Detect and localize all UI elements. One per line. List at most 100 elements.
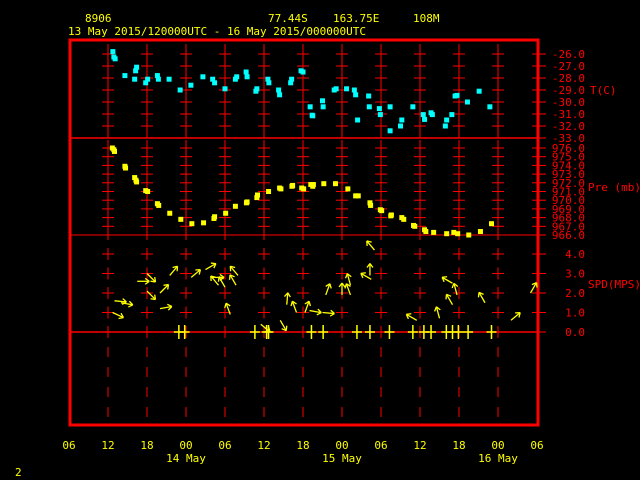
temperature-point: [188, 82, 194, 88]
wind-arrow-head: [433, 306, 438, 312]
time-period: 13 May 2015/120000UTC - 16 May 2015/0000…: [68, 25, 366, 38]
pressure-point: [455, 231, 461, 237]
wind-arrow: [366, 240, 375, 251]
wind-arrow: [309, 308, 322, 316]
pressure-point: [355, 193, 361, 199]
temperature-point: [310, 113, 316, 119]
wind-arrow-head: [535, 282, 538, 288]
temperature-point: [234, 74, 240, 80]
wind-arrow-head: [308, 301, 312, 307]
pressure-point: [345, 186, 351, 192]
wind-arrow-head: [344, 273, 348, 279]
temperature-point: [132, 76, 138, 82]
wind-arrow: [290, 300, 298, 313]
wind-arrow: [322, 309, 335, 317]
x-tick-label: 00: [491, 439, 504, 452]
wind-arrow-head: [406, 313, 412, 315]
day-label: 16 May: [478, 452, 518, 465]
calm-marker: [407, 325, 418, 339]
wind-arrow: [190, 269, 202, 278]
wind-arrow-head: [477, 292, 480, 298]
wind-arrow-head: [442, 276, 448, 278]
pressure-point: [444, 231, 450, 237]
temperature-point: [300, 69, 306, 75]
temperature-point: [243, 69, 249, 75]
day-label: 14 May: [166, 452, 206, 465]
meteogram: 8906 77.44S 163.75E 108M 13 May 2015/120…: [15, 12, 640, 479]
temperature-point: [266, 80, 272, 86]
wind-arrow: [284, 292, 291, 305]
wind-arrow-head: [360, 272, 366, 274]
wind-arrow: [137, 277, 150, 285]
wind-arrow-head: [210, 262, 216, 265]
wind-arrow-head: [285, 325, 288, 331]
wind-arrow: [344, 273, 352, 286]
calm-marker: [179, 325, 190, 339]
wind-tick-label: 3.0: [565, 268, 585, 281]
temperature-point: [155, 76, 161, 82]
pressure-point: [112, 148, 117, 154]
wind-arrow: [325, 283, 332, 296]
pressure-point: [301, 186, 307, 192]
pressure-point: [255, 192, 260, 198]
wind-tick-label: 4.0: [565, 248, 585, 261]
calm-marker: [453, 325, 464, 339]
pressure-point: [388, 212, 394, 218]
calm-marker: [318, 325, 329, 339]
temperature-point: [476, 88, 482, 94]
temperature-point: [276, 87, 282, 93]
pressure-point: [189, 221, 195, 227]
wind-arrow: [366, 263, 374, 276]
wind-tick-label: 2.0: [565, 287, 585, 300]
wind-arrow: [529, 282, 538, 294]
temperature-point: [387, 104, 393, 110]
wind-arrow-head: [128, 304, 134, 308]
pressure-point: [477, 229, 483, 235]
temperature-point: [307, 104, 313, 110]
pressure-point: [123, 165, 129, 171]
temperature-point: [376, 106, 382, 112]
calm-marker: [249, 325, 260, 339]
x-tick-label: 06: [62, 439, 75, 452]
pressure-point: [278, 186, 284, 192]
wind-arrow: [146, 290, 157, 301]
calm-marker: [463, 325, 474, 339]
x-tick-label: 12: [101, 439, 114, 452]
temperature-point: [366, 104, 372, 110]
x-tick-label: 00: [179, 439, 192, 452]
pressure-point: [244, 199, 250, 205]
wind-arrow-head: [154, 276, 157, 283]
latitude: 77.44S: [268, 12, 308, 25]
temperature-point: [200, 74, 206, 80]
wind-arrow: [228, 274, 237, 286]
calm-marker: [364, 325, 375, 339]
wind-tick-label: 0.0: [565, 326, 585, 339]
x-tick-label: 18: [140, 439, 153, 452]
temperature-point: [145, 76, 151, 82]
x-tick-label: 06: [218, 439, 231, 452]
temperature-point: [110, 49, 116, 55]
page-number: 2: [15, 466, 22, 479]
temperature-point: [429, 112, 435, 118]
wind-arrow: [405, 313, 418, 321]
pressure-point: [333, 181, 338, 187]
longitude: 163.75E: [333, 12, 379, 25]
calm-marker: [384, 325, 395, 339]
temperature-point: [398, 123, 403, 129]
pressure-point: [412, 223, 418, 229]
temperature-point: [177, 87, 183, 93]
temperature-point: [244, 74, 250, 80]
wind-arrow: [510, 311, 521, 321]
wind-arrow: [217, 276, 226, 288]
wind-arrow-head: [228, 274, 231, 280]
wind-arrow-head: [445, 294, 448, 300]
temperature-point: [454, 92, 460, 98]
temperature-point: [320, 104, 326, 110]
temperature-point: [449, 112, 455, 118]
temperature-point: [333, 86, 339, 92]
wind-arrow: [279, 319, 288, 332]
grid: [68, 38, 546, 427]
wind-arrow: [169, 265, 179, 276]
temperature-point: [444, 117, 450, 123]
temperature-point: [422, 116, 428, 122]
